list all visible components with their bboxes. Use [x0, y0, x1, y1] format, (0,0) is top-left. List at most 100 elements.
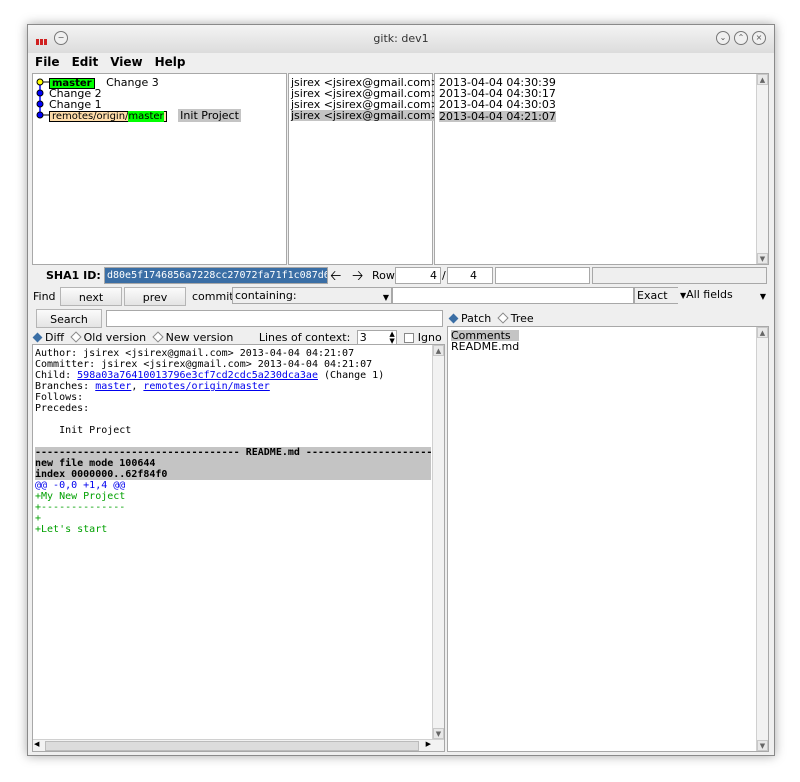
row-label: Row [372, 269, 395, 282]
branch-link-master[interactable]: master [95, 381, 131, 392]
file-list-item[interactable]: README.md [451, 341, 519, 352]
file-list-pane[interactable]: Comments README.md ▲ ▼ [447, 326, 769, 752]
scroll-up-icon[interactable]: ▲ [757, 74, 768, 85]
fields-value: All fields [686, 288, 733, 301]
child-suffix: (Change 1) [317, 370, 385, 381]
added-line: +Let's start [35, 524, 108, 535]
scroll-up-icon[interactable]: ▲ [757, 327, 768, 338]
menu-file[interactable]: File [28, 53, 65, 69]
remote-branch-tag[interactable]: remotes/origin/master [49, 111, 167, 122]
tree-label[interactable]: Tree [511, 312, 534, 325]
commit-list-scrollbar[interactable]: ▲ ▼ [756, 74, 768, 264]
commit-message: Init Project [178, 109, 241, 122]
back-arrow-icon[interactable]: 🡠 [330, 265, 341, 289]
sha1-label: SHA1 ID: [46, 269, 101, 282]
ignore-space-checkbox[interactable] [404, 333, 415, 343]
sha1-field[interactable]: d80e5f1746856a7228cc27072fa71f1c087d649a [104, 267, 328, 284]
added-line: +-------------- [35, 502, 126, 513]
menu-view[interactable]: View [103, 53, 147, 69]
fields-select[interactable]: ▼All fields ▼ [678, 287, 768, 304]
spin-arrows-icon[interactable]: ▲ ▼ [389, 331, 394, 345]
author-cell-selected: jsirex <jsirex@gmail.com> [291, 109, 440, 122]
diff-radio-icon[interactable] [32, 332, 43, 343]
commit-author-pane[interactable]: jsirex <jsirex@gmail.com> jsirex <jsirex… [288, 73, 440, 265]
patch-tree-toggle: Patch Tree [448, 312, 534, 325]
child-commit-link[interactable]: 598a03a76410013796e3cf7cd2cdc5a230dca3ae [77, 370, 318, 381]
commit-date-pane[interactable]: 2013-04-04 04:30:39 2013-04-04 04:30:17 … [434, 73, 769, 265]
ignore-space-label[interactable]: Ignore space ch [418, 331, 442, 344]
menu-bar: File Edit View Help [28, 53, 774, 73]
row-total-field: 4 [447, 267, 493, 284]
commit-graph-pane[interactable]: master Change 3 Change 2 Change 1 remote… [32, 73, 287, 265]
file-header: ---------------------------------- READM… [35, 447, 431, 458]
patch-label[interactable]: Patch [461, 312, 491, 325]
date-cell-selected: 2013-04-04 04:21:07 [439, 110, 556, 123]
maximize-icon[interactable]: ⌃ [734, 31, 748, 45]
branch-link-remote[interactable]: remotes/origin/master [143, 381, 269, 392]
remote-branch-name: master [128, 111, 164, 122]
new-version-label[interactable]: New version [166, 331, 234, 344]
menu-help[interactable]: Help [148, 53, 191, 69]
follows-line: Follows: [35, 392, 84, 403]
row-total: 4 [470, 269, 477, 282]
branch-separator: , [131, 381, 144, 392]
scroll-down-icon[interactable]: ▼ [757, 253, 768, 264]
author-line: Author: jsirex <jsirex@gmail.com> 2013-0… [35, 348, 355, 359]
find-next-button[interactable]: next [60, 287, 122, 306]
added-line: + [35, 513, 42, 524]
lines-of-context-label: Lines of context: [258, 331, 351, 344]
find-type-select[interactable]: containing: ▼ [232, 287, 392, 304]
patch-radio-icon[interactable] [448, 313, 459, 324]
lines-of-context-value: 3 [359, 331, 367, 344]
file-list-scrollbar[interactable]: ▲ ▼ [756, 327, 768, 751]
progress-bar [592, 267, 767, 284]
scroll-right-icon[interactable]: ▶ [426, 740, 431, 748]
old-version-label[interactable]: Old version [84, 331, 146, 344]
dropdown-arrow-icon: ▼ [382, 293, 389, 302]
find-prev-button[interactable]: prev [124, 287, 186, 306]
horizontal-scroll-thumb[interactable] [45, 741, 419, 751]
window-title: gitk: dev1 [373, 32, 429, 45]
menu-edit[interactable]: Edit [65, 53, 104, 69]
row-current-field: 4 [395, 267, 441, 284]
diff-radio-label[interactable]: Diff [45, 331, 64, 344]
branches-line: Branches: master, remotes/origin/master [35, 381, 431, 392]
child-prefix: Child: [35, 370, 78, 381]
hunk-header: @@ -0,0 +1,4 @@ [35, 480, 126, 491]
scroll-down-icon[interactable]: ▼ [433, 728, 444, 739]
diff-vertical-scrollbar[interactable]: ▲ ▼ [432, 345, 444, 739]
progress-field [495, 267, 590, 284]
dropdown-arrow-icon: ▼ [759, 292, 766, 301]
old-version-radio-icon[interactable] [69, 331, 82, 343]
forward-arrow-icon[interactable]: 🡢 [352, 265, 363, 289]
scroll-up-icon[interactable]: ▲ [433, 345, 444, 356]
gitk-window: − gitk: dev1 ⌄ ⌃ × File Edit View Help mast… [27, 24, 775, 756]
new-version-radio-icon[interactable] [151, 331, 164, 343]
tree-radio-icon[interactable] [497, 312, 509, 324]
index-line: index 0000000..62f84f0 [35, 469, 431, 480]
commit-message: Change 3 [106, 76, 159, 89]
child-line: Child: 598a03a76410013796e3cf7cd2cdc5a23… [35, 370, 431, 381]
precedes-line: Precedes: [35, 403, 90, 414]
diff-pane[interactable]: Author: jsirex <jsirex@gmail.com> 2013-0… [32, 344, 445, 752]
file-mode-line: new file mode 100644 [35, 458, 431, 469]
commit-message-body: Init Project [35, 425, 132, 436]
minimize-icon[interactable]: ⌄ [716, 31, 730, 45]
date-cell: 2013-04-04 04:30:03 [439, 98, 556, 111]
commit-row-selected[interactable]: remotes/origin/master Init Project [33, 109, 241, 122]
row-separator: / [442, 269, 446, 282]
close-icon[interactable]: × [752, 31, 766, 45]
match-mode-value: Exact [637, 289, 668, 302]
search-button[interactable]: Search [36, 309, 102, 328]
search-input[interactable] [106, 310, 443, 327]
scroll-left-icon[interactable]: ◀ [34, 740, 39, 748]
find-type-value: containing: [235, 289, 297, 302]
find-text-input[interactable] [392, 287, 634, 304]
committer-line: Committer: jsirex <jsirex@gmail.com> 201… [35, 359, 373, 370]
scroll-down-icon[interactable]: ▼ [757, 740, 768, 751]
diff-horizontal-scrollbar[interactable]: ◀ ▶ [33, 739, 444, 751]
title-bar: − gitk: dev1 ⌄ ⌃ × [28, 25, 774, 54]
remote-prefix: remotes/origin/ [52, 111, 129, 122]
